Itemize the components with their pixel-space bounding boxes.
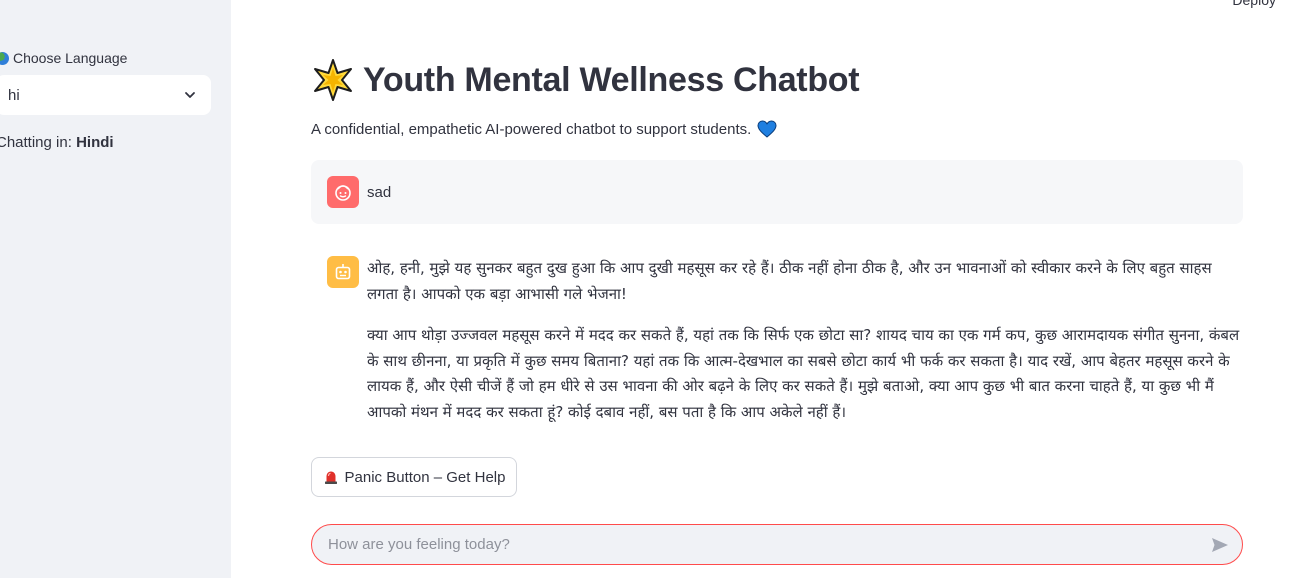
blue-heart-icon (757, 120, 777, 138)
chat-input-container (311, 524, 1243, 565)
page-subtitle: A confidential, empathetic AI-powered ch… (311, 120, 777, 138)
chat-input[interactable] (328, 536, 1210, 553)
language-label-text: Choose Language (13, 50, 128, 66)
sidebar: Choose Language hi Chatting in: Hindi (0, 0, 231, 578)
assistant-paragraph: ओह, हनी, मुझे यह सुनकर बहुत दुख हुआ कि आ… (367, 259, 1212, 303)
robot-icon (335, 264, 351, 280)
panic-button[interactable]: Panic Button – Get Help (311, 457, 517, 497)
user-avatar (327, 176, 359, 208)
chatting-prefix: Chatting in: (0, 134, 72, 151)
assistant-paragraph: क्या आप थोड़ा उज्जवल महसूस करने में मदद … (367, 326, 1240, 421)
send-icon[interactable] (1210, 535, 1230, 555)
user-message-text: sad (367, 183, 392, 201)
page-title-text: Youth Mental Wellness Chatbot (363, 60, 860, 99)
assistant-message: ओह, हनी, मुझे यह सुनकर बहुत दुख हुआ कि आ… (311, 240, 1243, 441)
language-select[interactable]: hi (0, 75, 211, 115)
user-message: sad (311, 160, 1243, 224)
panic-button-label: Panic Button – Get Help (344, 468, 506, 486)
page-subtitle-text: A confidential, empathetic AI-powered ch… (311, 120, 752, 138)
deploy-button[interactable]: Deploy (1232, 0, 1276, 8)
assistant-message-body: ओह, हनी, मुझे यह सुनकर बहुत दुख हुआ कि आ… (367, 240, 1243, 441)
page-title: Youth Mental Wellness Chatbot (311, 58, 860, 102)
user-face-icon (335, 185, 351, 201)
globe-icon (0, 51, 9, 65)
language-select-value: hi (8, 86, 20, 104)
siren-icon (324, 471, 337, 484)
assistant-avatar (327, 256, 359, 288)
chatting-in-text: Chatting in: Hindi (0, 134, 114, 151)
language-label: Choose Language (0, 50, 127, 66)
chevron-down-icon (185, 92, 195, 98)
chatting-language: Hindi (76, 134, 114, 151)
glowing-star-icon (314, 59, 352, 101)
